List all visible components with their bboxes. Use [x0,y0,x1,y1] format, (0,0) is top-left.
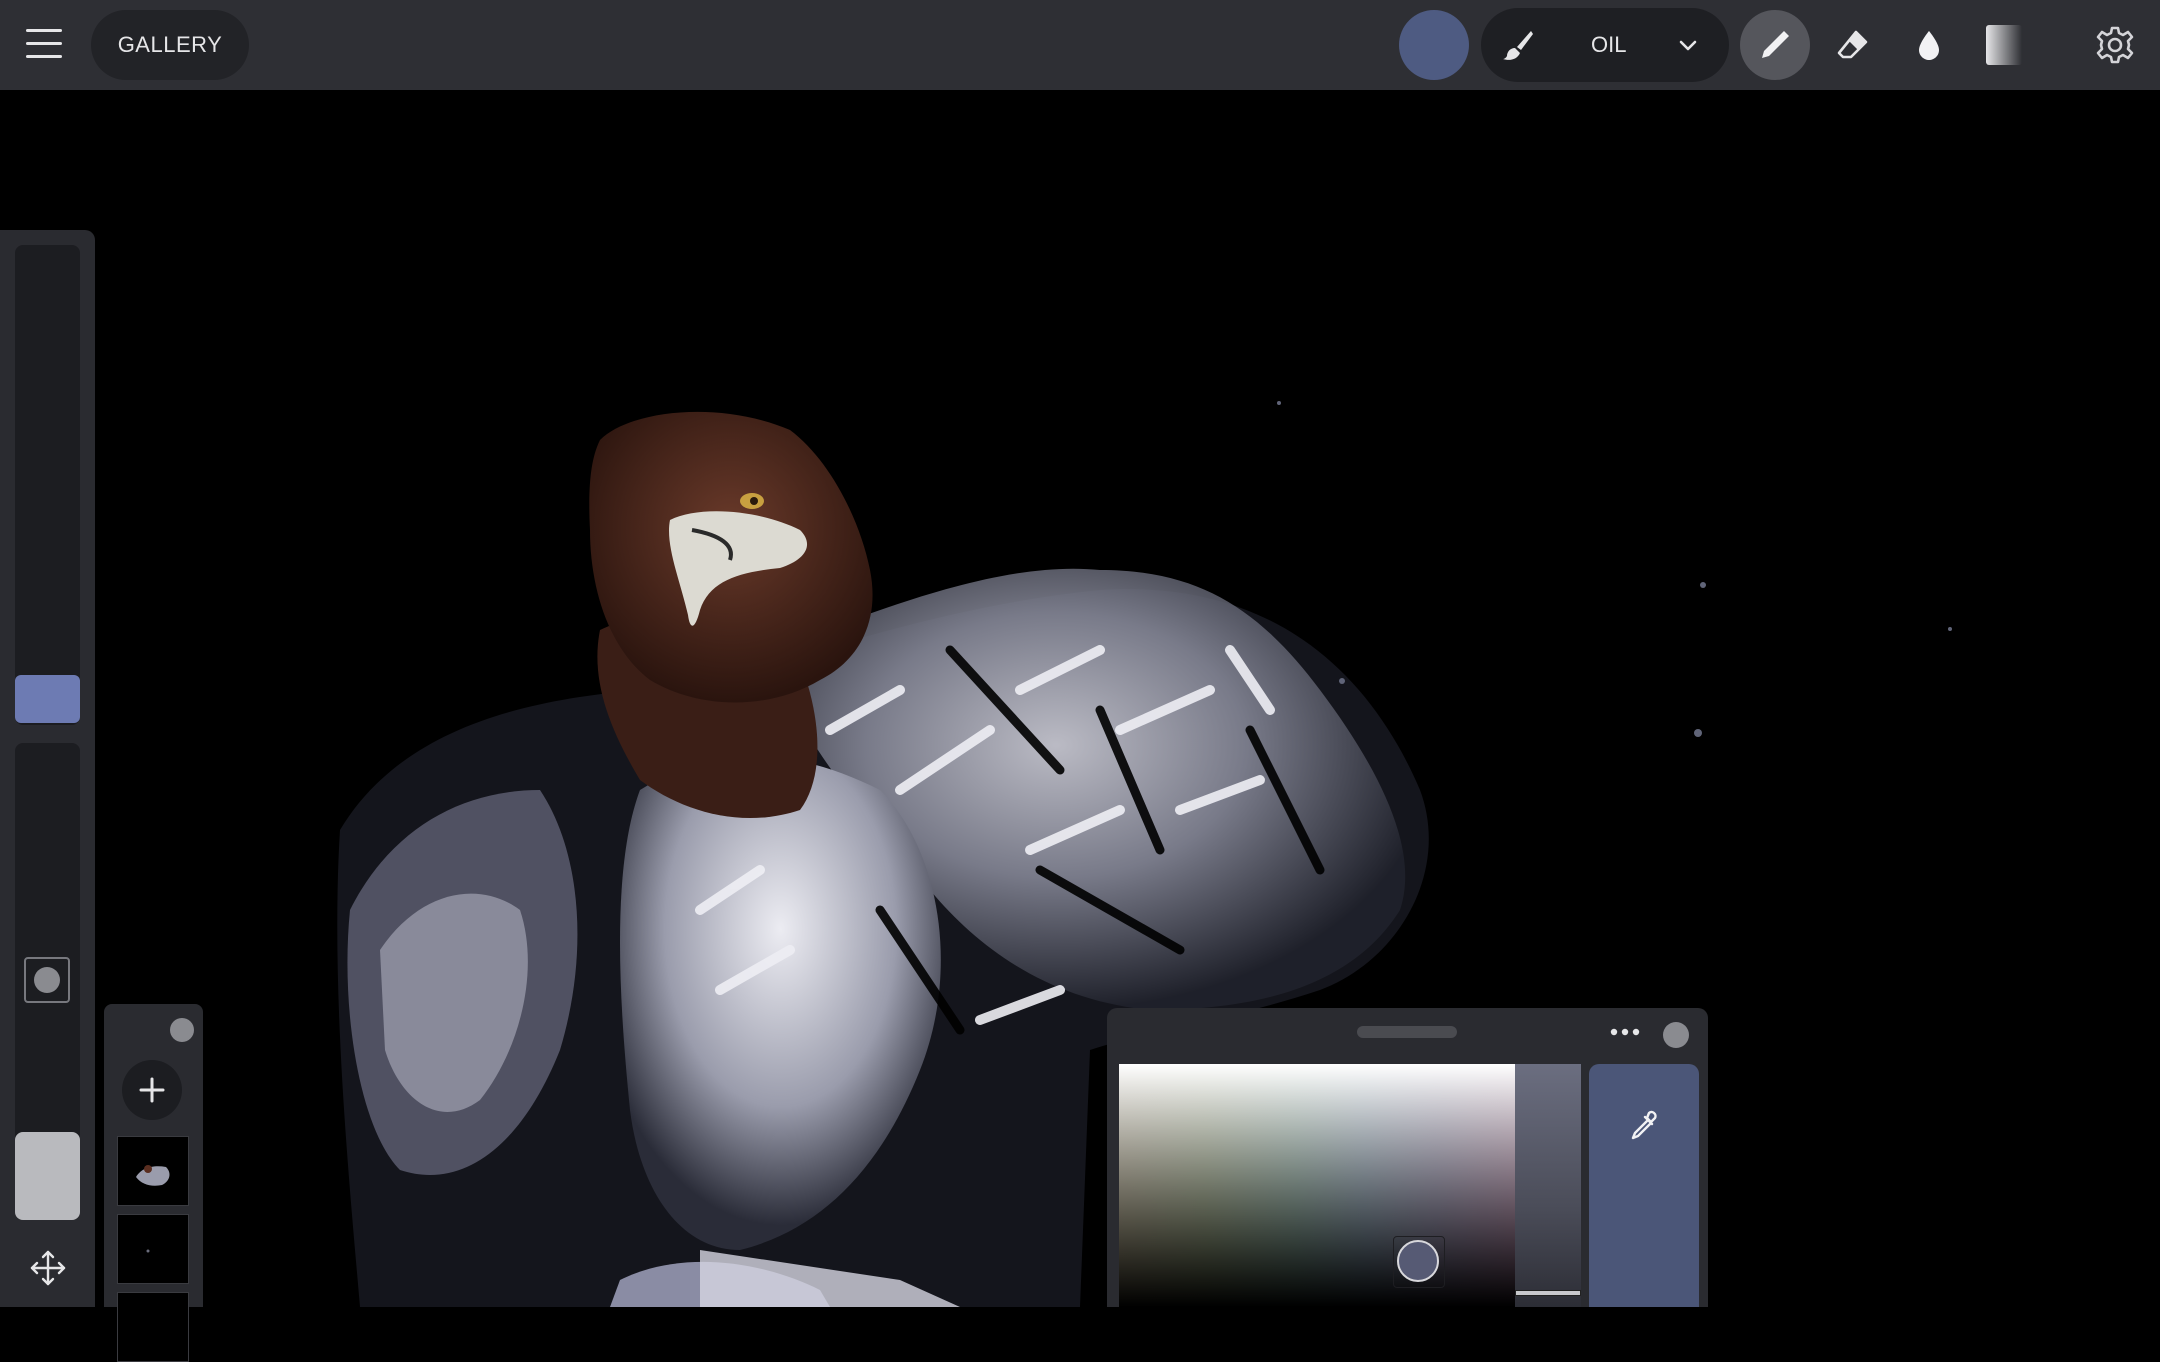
color-picker-cursor[interactable] [1393,1236,1445,1288]
modify-button[interactable] [24,957,70,1003]
value-slider-marker[interactable] [1515,1290,1581,1296]
eyedropper-icon [1631,1110,1657,1140]
layer-thumbnail-image [146,1249,150,1253]
artwork [337,401,1952,1307]
layer-2-thumbnail[interactable] [117,1214,189,1284]
current-color-swatch[interactable] [1399,10,1469,80]
layer-thumbnail-image [136,1165,170,1186]
value-slider[interactable] [1515,1064,1581,1307]
layer-1-thumbnail[interactable] [117,1136,189,1206]
brush-size-thumb[interactable] [15,675,80,723]
top-toolbar: GALLERY OIL [0,0,2160,90]
plus-icon [139,1077,165,1103]
gradient-icon[interactable] [1986,25,2022,65]
pencil-tool-button[interactable] [1740,10,1810,80]
brush-size-slider[interactable] [15,245,80,725]
smudge-drop-icon [1919,31,1939,60]
gallery-button[interactable]: GALLERY [91,10,249,80]
layer-3-thumbnail[interactable] [117,1292,189,1362]
saturation-value-picker[interactable] [1119,1064,1515,1307]
paintbrush-icon [1503,31,1533,60]
gear-icon[interactable] [2095,25,2135,65]
panel-drag-handle[interactable] [1357,1026,1457,1038]
brush-slider-panel [0,230,95,1307]
chevron-down-icon[interactable] [1677,36,1699,56]
eraser-icon [1837,30,1868,59]
pencil-icon [1762,31,1789,58]
more-dots-icon[interactable] [1607,1020,1643,1044]
eyedropper-button[interactable] [1589,1064,1699,1307]
panel-toggle[interactable] [1663,1022,1689,1048]
brush-selector[interactable]: OIL [1481,8,1729,82]
color-picker-panel [1107,1008,1708,1307]
painting-canvas[interactable] [0,90,2160,1307]
move-arrows-icon[interactable] [28,1248,68,1288]
smudge-tool-button[interactable] [1894,10,1964,80]
layers-panel [104,1004,203,1362]
layers-panel-toggle[interactable] [170,1018,194,1042]
brush-opacity-thumb[interactable] [15,1132,80,1220]
eraser-tool-button[interactable] [1818,10,1888,80]
add-layer-button[interactable] [122,1060,182,1120]
hamburger-menu-icon[interactable] [26,29,62,59]
brush-name-label: OIL [1591,32,1627,57]
